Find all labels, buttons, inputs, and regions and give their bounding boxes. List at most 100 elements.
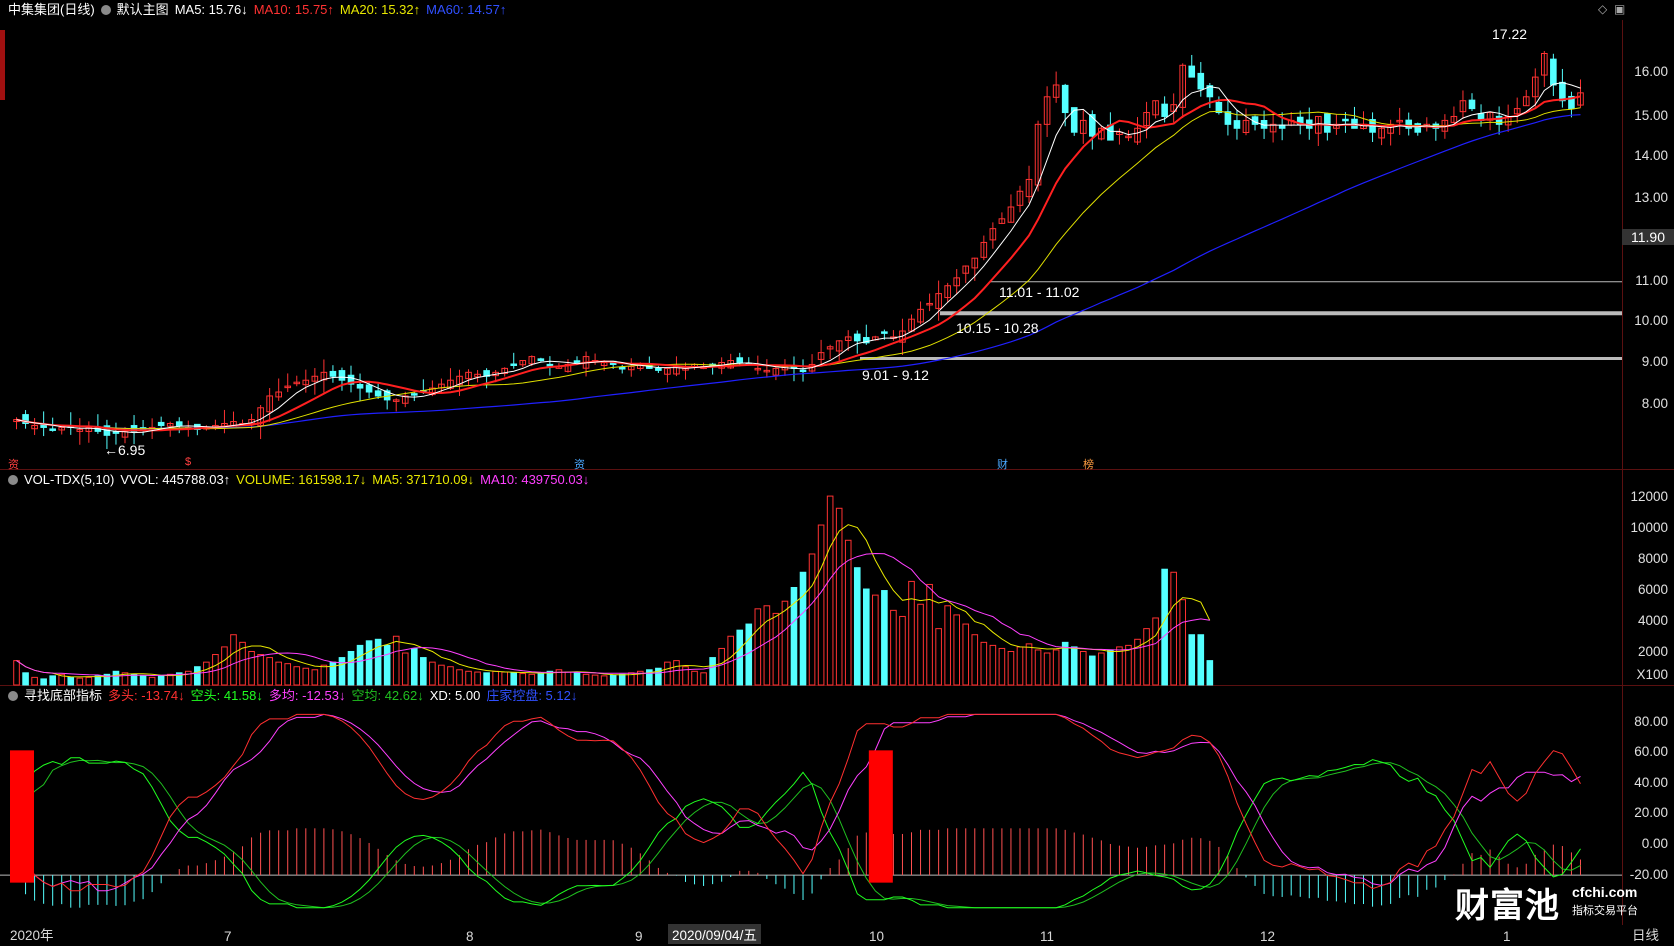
ma10-line [16,95,1581,432]
volume-bar [338,657,346,686]
volume-bar [980,641,988,686]
volume-bar [908,580,915,686]
volume-bar [320,664,328,686]
candle-body [618,367,626,370]
volume-bar [311,669,319,686]
volume-bar [139,675,147,686]
volume-bar [203,661,210,686]
candle-body [881,331,888,334]
volume-bar [1070,646,1078,686]
vol-unit: X100 [1636,667,1668,682]
volume-bar [157,675,165,686]
volume-bar [673,660,680,686]
volume-bar [365,640,373,686]
volume-bar [962,623,970,686]
low-label: ←6.95 [104,442,146,458]
event-marker[interactable]: 榜 [1083,456,1094,472]
candle-body [157,421,165,426]
price-tick: 16.00 [1634,64,1668,79]
vol-ma10-line [16,552,1210,677]
volume-bar [817,524,825,686]
volume-bar [1052,649,1060,686]
month-label: 9 [635,929,643,944]
zone-label: 10.15 - 10.28 [956,320,1039,336]
event-marker[interactable]: $ [185,456,191,468]
volume-bar [745,623,753,686]
month-label: 12 [1260,929,1276,944]
volume-bar [510,672,518,686]
volume-bar [1098,652,1105,686]
candle-body [655,367,662,371]
volume-bar [22,672,29,686]
price-tick: 13.00 [1634,190,1668,205]
volume-bar [438,664,445,686]
candle-body [1070,107,1078,133]
candle-body [1233,120,1241,129]
volume-bar [1025,643,1033,686]
month-label: 10 [869,929,885,944]
ind-tick: 0.00 [1641,836,1668,851]
volume-bar [618,673,626,686]
volume-bar [528,673,536,686]
period-label[interactable]: 日线 [1632,924,1659,944]
volume-bar [465,670,472,686]
crosshair-date: 2020/09/04/五 [668,924,761,944]
volume-bar [1043,652,1051,686]
volume-bar [772,612,780,686]
volume-bar [799,571,807,686]
candle-body [1468,99,1476,110]
volume-bar [582,673,590,686]
price-tick: 8.00 [1641,396,1668,411]
volume-bar [1152,617,1159,686]
current-price-tag: 11.90 [1622,229,1674,245]
volume-bar [1089,655,1096,686]
event-marker[interactable]: 资 [574,456,585,472]
vol-tick: 8000 [1637,551,1668,566]
candle-body [1324,113,1331,133]
candle-body [853,333,861,342]
volume-bar [1197,634,1205,686]
candle-body [1161,103,1168,117]
kline-chart[interactable] [0,0,1674,946]
event-marker[interactable]: 资 [8,456,19,472]
volume-bar [1034,649,1042,686]
month-label: 11 [1040,929,1055,944]
volume-bar [221,646,228,686]
volume-bar [691,670,698,686]
volume-bar [31,676,38,686]
price-tick: 9.00 [1641,354,1668,369]
volume-bar [85,676,93,686]
candle-body [546,363,554,367]
volume-bar [591,674,599,686]
watermark-logo: 财富池 [1455,886,1560,926]
candle-body [573,360,581,363]
volume-bar [501,671,508,686]
high-label: 17.22 [1492,26,1528,42]
ind-tick: 80.00 [1634,714,1668,729]
month-label: 2020年 [10,928,54,943]
volume-bar [1206,660,1214,686]
volume-bar [573,672,581,686]
volume-bar [13,660,20,686]
vol-tick: 4000 [1637,613,1668,628]
volume-bar [474,671,481,686]
candle-body [799,369,807,373]
ma5-line [16,82,1581,434]
volume-bar [989,644,997,686]
volume-bar [257,654,264,686]
volume-bar [392,635,400,686]
volume-bar [718,647,725,686]
candle-body [1197,72,1205,90]
watermark-slogan: 指标交易平台 [1572,905,1638,917]
volume-bar [302,667,310,686]
price-tick: 14.00 [1634,148,1668,163]
event-marker[interactable]: 财 [997,456,1008,472]
volume-bar [953,614,961,686]
price-tick: 11.00 [1635,273,1668,288]
volume-bar [447,666,454,686]
candle-body [1414,123,1422,133]
volume-bar [700,672,707,686]
volume-bar [519,673,527,686]
volume-bar [94,675,102,686]
candle-body [1061,84,1069,114]
